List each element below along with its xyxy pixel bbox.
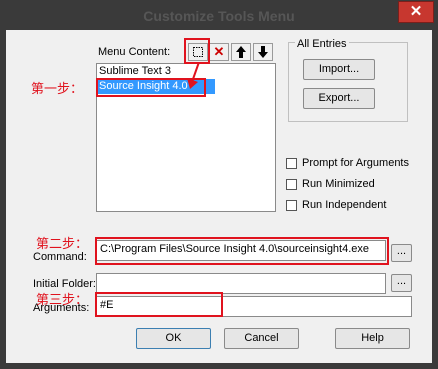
cancel-button[interactable]: Cancel [224, 328, 299, 349]
delete-button[interactable]: ✕ [209, 43, 229, 61]
initial-folder-input[interactable] [96, 273, 386, 294]
all-entries-label: All Entries [295, 38, 349, 50]
prompt-arguments-label: Prompt for Arguments [302, 157, 409, 169]
initial-folder-browse-button[interactable]: ... [391, 274, 412, 292]
close-button[interactable]: ✕ [398, 1, 434, 23]
delete-icon: ✕ [213, 44, 225, 59]
move-up-button[interactable] [231, 43, 251, 61]
command-label: Command: [33, 251, 87, 263]
import-button[interactable]: Import... [303, 59, 375, 80]
highlight-new-button [184, 38, 210, 64]
title-bar[interactable]: Customize Tools Menu ✕ [0, 0, 438, 30]
move-down-button[interactable] [253, 43, 273, 61]
highlight-arguments [95, 292, 223, 317]
run-independent-checkbox[interactable] [286, 200, 297, 211]
step1-annotation: 第一步： [31, 81, 84, 96]
dialog-body: Menu Content: ✕ Sublime Text 3 Source In… [6, 30, 432, 363]
ok-button[interactable]: OK [136, 328, 211, 349]
highlight-command [95, 237, 389, 265]
step2-annotation: 第二步： [36, 236, 89, 251]
prompt-arguments-checkbox[interactable] [286, 158, 297, 169]
step3-annotation: 第三步： [36, 292, 89, 307]
run-independent-label: Run Independent [302, 199, 387, 211]
close-icon: ✕ [409, 3, 423, 20]
arrow-down-icon [258, 46, 268, 58]
export-button[interactable]: Export... [303, 88, 375, 109]
arrow-up-icon [236, 46, 246, 58]
help-button[interactable]: Help [335, 328, 410, 349]
annotation-arrow-icon [187, 62, 200, 89]
run-minimized-label: Run Minimized [302, 178, 375, 190]
command-browse-button[interactable]: ... [391, 244, 412, 262]
dialog-title: Customize Tools Menu [143, 8, 295, 24]
list-item[interactable]: Sublime Text 3 [97, 64, 275, 79]
all-entries-group [288, 42, 408, 122]
menu-content-label: Menu Content: [98, 46, 171, 58]
dialog-window: Customize Tools Menu ✕ Menu Content: ✕ S… [0, 0, 438, 369]
run-minimized-checkbox[interactable] [286, 179, 297, 190]
